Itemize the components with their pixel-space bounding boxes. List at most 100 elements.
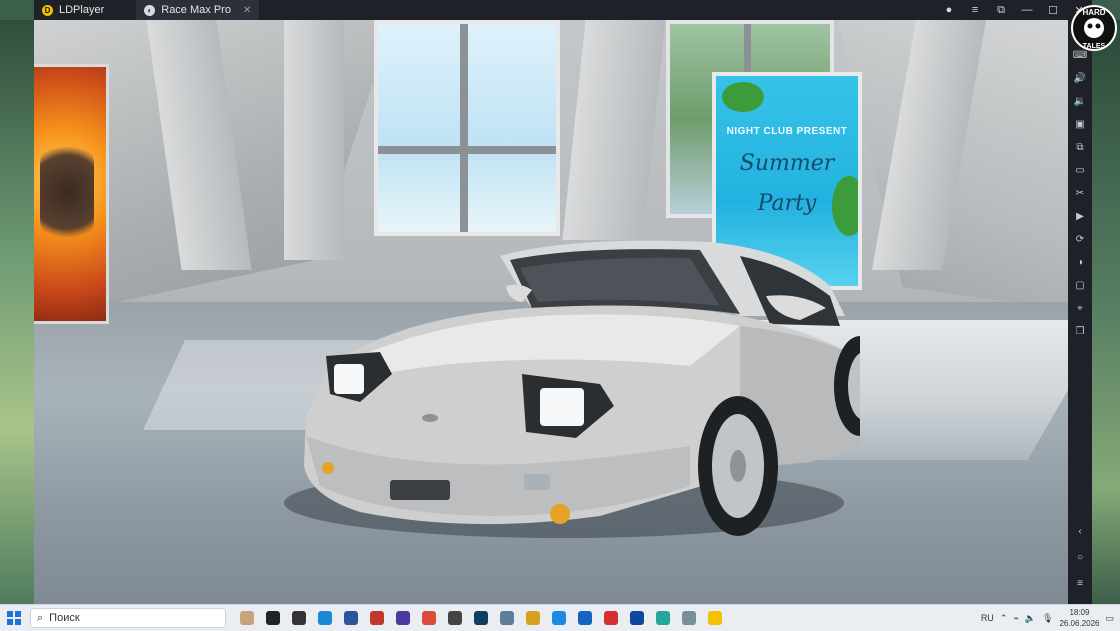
app-teal-icon[interactable] xyxy=(652,608,674,628)
notifications-icon[interactable]: ▭ xyxy=(1105,613,1114,624)
shield-app-icon[interactable] xyxy=(626,608,648,628)
home-icon[interactable]: ○ xyxy=(1072,550,1088,564)
copy-icon[interactable]: ❐ xyxy=(1072,324,1088,338)
app-blue-down-icon[interactable] xyxy=(574,608,596,628)
menu-icon[interactable]: ≡ xyxy=(962,0,988,20)
car-badge xyxy=(422,414,438,422)
back-icon[interactable]: ‹ xyxy=(1072,524,1088,538)
task-view-icon-glyph xyxy=(292,611,306,625)
volume-icon[interactable]: 🔈 xyxy=(1025,613,1036,624)
chevron-up-icon[interactable]: ⌃ xyxy=(1000,613,1008,624)
volume-up-icon[interactable]: 🔊 xyxy=(1072,71,1088,85)
app-red-square-icon-glyph xyxy=(604,611,618,625)
tab-ldplayer[interactable]: D LDPlayer xyxy=(34,0,112,20)
poster-left xyxy=(34,64,109,324)
emulator-sidebar: ⌨ 🔊 🔉 ▣ ⧉ ▭ ✂ ▶ ⟳ ◑ ▢ ⌖ ❐ ‹ ○ ≡ xyxy=(1068,20,1092,604)
ldplayer-taskbar-icon-glyph xyxy=(708,611,722,625)
screenshot-icon[interactable]: ⧉ xyxy=(988,0,1014,20)
play-icon[interactable]: ▶ xyxy=(1072,209,1088,223)
car-grille xyxy=(390,480,450,500)
app-red-icon[interactable] xyxy=(366,608,388,628)
clock-date: 26.06.2026 xyxy=(1059,619,1100,628)
app-red-icon-glyph xyxy=(370,611,384,625)
system-tray: RU ⌃ ⌁ 🔈 🎙 18:09 26.06.2026 ▭ xyxy=(981,607,1120,629)
word-icon-glyph xyxy=(344,611,358,625)
scissors-icon[interactable]: ✂ xyxy=(1072,186,1088,200)
task-view-icon[interactable] xyxy=(288,608,310,628)
car-model[interactable] xyxy=(270,216,860,546)
lang-indicator[interactable]: RU xyxy=(981,613,994,623)
app-film-icon[interactable] xyxy=(444,608,466,628)
app-blue-check-icon-glyph xyxy=(552,611,566,625)
tab-label: LDPlayer xyxy=(59,4,105,16)
app-blue-down-icon-glyph xyxy=(578,611,592,625)
volume-down-icon[interactable]: 🔉 xyxy=(1072,94,1088,108)
window-controls: ● ≡ ⧉ — ☐ ✕ xyxy=(936,0,1092,20)
taskbar-apps xyxy=(234,608,728,628)
chrome-icon[interactable] xyxy=(418,608,440,628)
windows-taskbar: ⌕ Поиск RU ⌃ ⌁ 🔈 🎙 18:09 26.06.2026 ▭ xyxy=(0,604,1120,631)
app-teal-icon-glyph xyxy=(656,611,670,625)
app-red-square-icon[interactable] xyxy=(600,608,622,628)
widgets-icon[interactable] xyxy=(236,608,258,628)
turn-signal xyxy=(322,462,334,474)
app-image-icon[interactable] xyxy=(496,608,518,628)
app-gray-icon-glyph xyxy=(682,611,696,625)
maximize-icon[interactable]: ☐ xyxy=(1040,0,1066,20)
start-button[interactable] xyxy=(0,605,28,631)
app-yellow-icon-glyph xyxy=(526,611,540,625)
poster-emblem xyxy=(40,137,94,247)
palm-leaf-icon xyxy=(722,82,764,112)
network-icon[interactable]: ⌁ xyxy=(1013,613,1018,624)
chrome-icon-glyph xyxy=(422,611,436,625)
install-apk-icon[interactable]: ▣ xyxy=(1072,117,1088,131)
taskbar-search[interactable]: ⌕ Поиск xyxy=(30,608,226,628)
race-max-pro-icon: ◐ xyxy=(144,4,156,16)
poster-headline-1: Summer xyxy=(739,151,835,176)
cortana-icon-glyph xyxy=(266,611,280,625)
search-icon: ⌕ xyxy=(37,611,44,624)
app-blue-check-icon[interactable] xyxy=(548,608,570,628)
desktop-wallpaper-right xyxy=(1092,20,1120,604)
cortana-icon[interactable] xyxy=(262,608,284,628)
tab-race-max-pro[interactable]: ◐ Race Max Pro ✕ xyxy=(136,0,260,20)
app-headphones-icon[interactable] xyxy=(392,608,414,628)
desktop-wallpaper-left xyxy=(0,20,34,604)
headlight-lamp xyxy=(540,388,584,426)
mic-icon[interactable]: 🎙 xyxy=(1042,613,1053,624)
windows-logo-icon xyxy=(7,611,21,625)
clock-time: 18:09 xyxy=(1069,608,1090,617)
hard-tales-logo: HARD TALES xyxy=(1071,5,1117,51)
app-yellow-icon[interactable] xyxy=(522,608,544,628)
poster-club-text: NIGHT CLUB PRESENT xyxy=(726,126,848,137)
account-icon[interactable]: ● xyxy=(936,0,962,20)
logo-text-bottom: TALES xyxy=(1083,43,1106,50)
emulator-titlebar: D LDPlayer ◐ Race Max Pro ✕ ● ≡ ⧉ — ☐ ✕ xyxy=(34,0,1092,20)
v-app-icon[interactable] xyxy=(470,608,492,628)
v-app-icon-glyph xyxy=(474,611,488,625)
app-image-icon-glyph xyxy=(500,611,514,625)
app-headphones-icon-glyph xyxy=(396,611,410,625)
search-placeholder: Поиск xyxy=(49,612,80,624)
edge-icon[interactable] xyxy=(314,608,336,628)
game-viewport[interactable]: NIGHT CLUB PRESENT Summer Party xyxy=(34,20,1068,604)
shield-app-icon-glyph xyxy=(630,611,644,625)
multi-instance-icon[interactable]: ⧉ xyxy=(1072,140,1088,154)
sync-icon[interactable]: ⟳ xyxy=(1072,232,1088,246)
minimize-icon[interactable]: — xyxy=(1014,0,1040,20)
location-icon[interactable]: ⌖ xyxy=(1072,301,1088,315)
folder-icon[interactable]: ▢ xyxy=(1072,278,1088,292)
rotate-icon[interactable]: ◑ xyxy=(1072,255,1088,269)
widgets-icon-glyph xyxy=(240,611,254,625)
tab-close-icon[interactable]: ✕ xyxy=(243,5,251,16)
edge-icon-glyph xyxy=(318,611,332,625)
garage-window xyxy=(374,20,560,236)
ldplayer-taskbar-icon[interactable] xyxy=(704,608,726,628)
app-gray-icon[interactable] xyxy=(678,608,700,628)
taskbar-clock[interactable]: 18:09 26.06.2026 xyxy=(1059,607,1099,629)
record-icon[interactable]: ▭ xyxy=(1072,163,1088,177)
recents-icon[interactable]: ≡ xyxy=(1072,576,1088,590)
logo-text-top: HARD xyxy=(1082,8,1105,17)
word-icon[interactable] xyxy=(340,608,362,628)
ldplayer-logo-icon: D xyxy=(42,4,53,16)
